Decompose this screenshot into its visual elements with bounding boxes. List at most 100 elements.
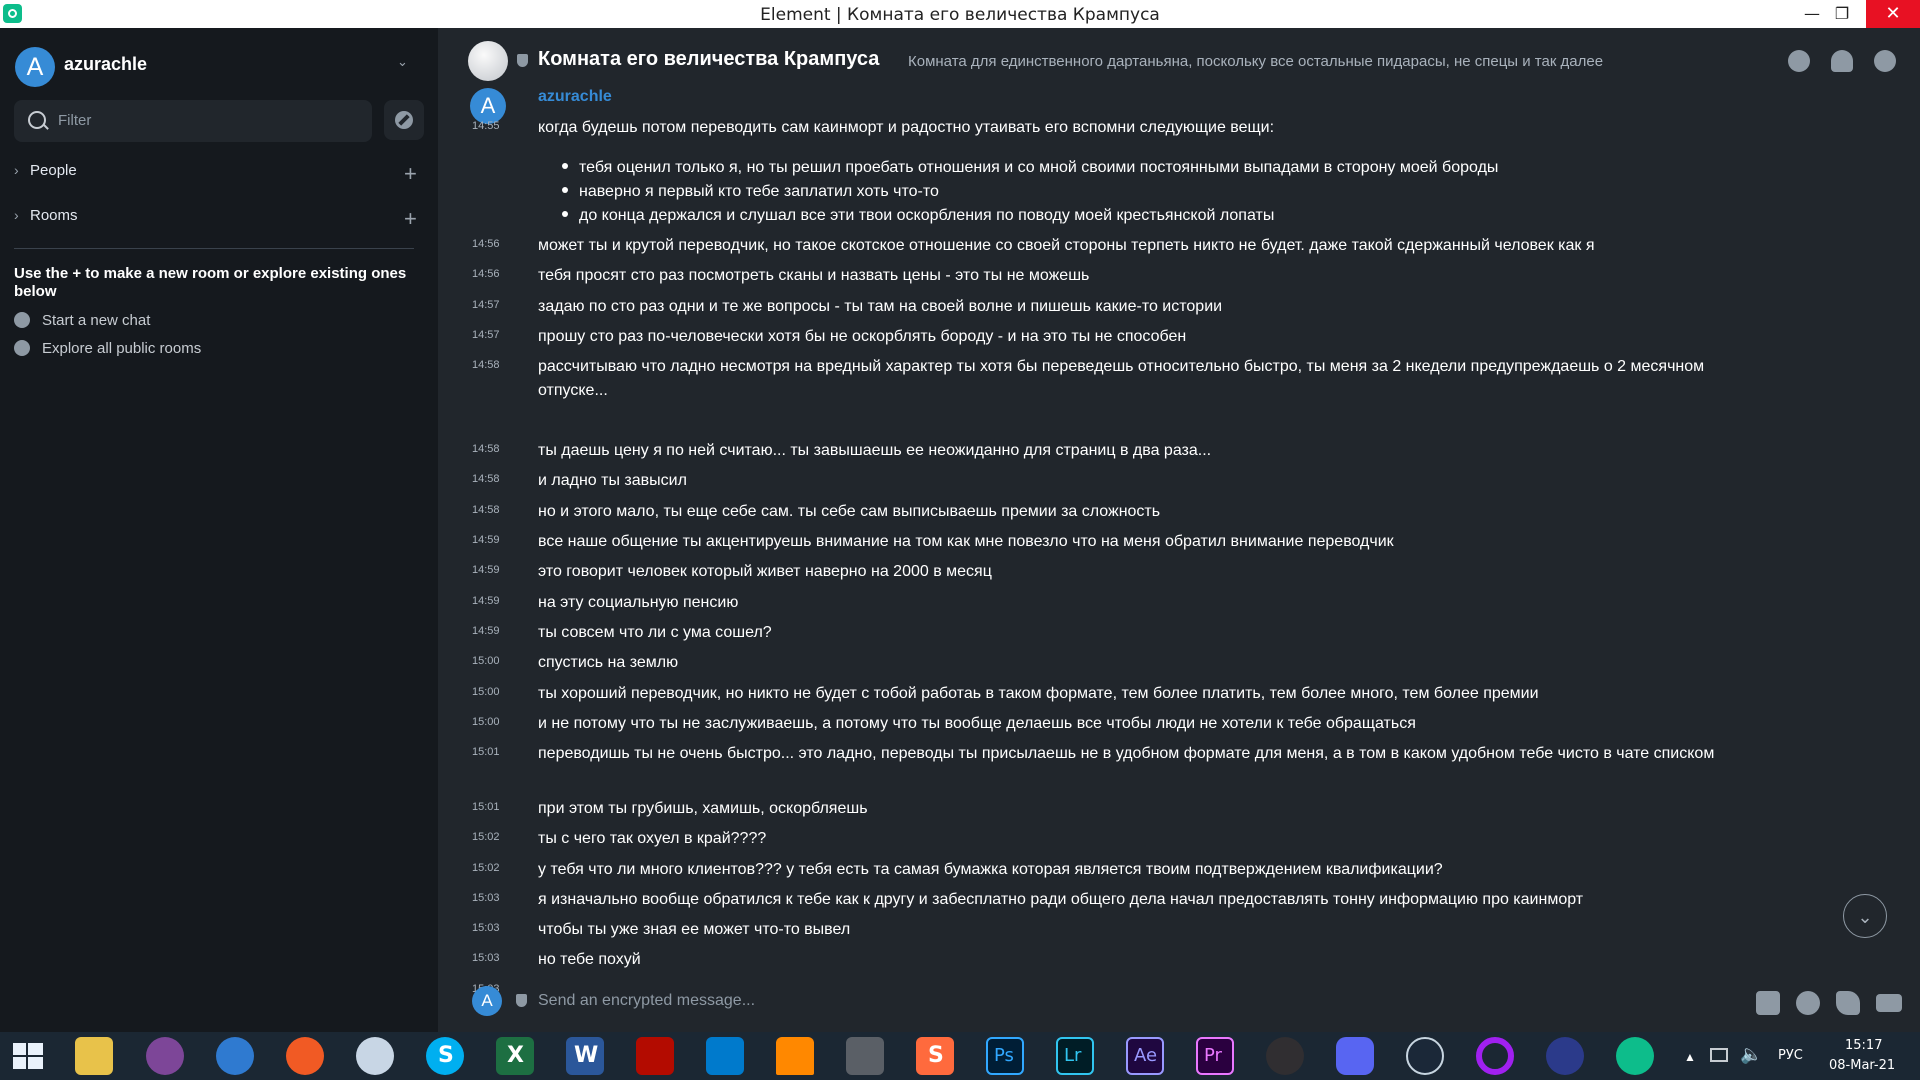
close-button[interactable]: ✕ [1866,0,1920,28]
tor-browser-icon[interactable] [146,1037,184,1075]
sender-avatar[interactable]: A [470,88,506,124]
video-call-icon[interactable] [1876,994,1902,1012]
message-text: но и этого мало, ты еще себе сам. ты себ… [538,503,1161,520]
message-time: 14:59 [472,625,500,637]
volume-icon[interactable]: 🔈 [1740,1044,1762,1065]
add-people-button[interactable]: + [404,163,417,185]
explore-rooms-button[interactable] [384,100,424,140]
room-topic[interactable]: Комната для единственного дартаньяна, по… [908,53,1603,70]
filter-input[interactable]: Filter [14,100,372,142]
emoji-icon[interactable] [1796,991,1820,1015]
message-text: я изначально вообще обратился к тебе как… [538,891,1584,908]
excel-icon[interactable]: X [496,1037,534,1075]
message-text: это говорит человек который живет наверн… [538,563,992,580]
message-text: ты совсем что ли с ума сошел? [538,624,772,641]
info-icon[interactable] [1874,50,1896,72]
lightroom-icon[interactable]: Lr [1056,1037,1094,1075]
steam-icon[interactable] [1406,1037,1444,1075]
message-time: 15:01 [472,746,500,758]
obs-icon[interactable] [1266,1037,1304,1075]
downloader-icon[interactable] [846,1037,884,1075]
vpn-lock-icon[interactable] [1546,1037,1584,1075]
message-text: чтобы ты уже зная ее может что-то вывел [538,921,851,938]
photoshop-icon[interactable]: Ps [986,1037,1024,1075]
message-time: 15:00 [472,716,500,728]
bell-icon[interactable] [1831,50,1853,72]
file-explorer-icon[interactable] [75,1037,113,1075]
section-rooms-label: Rooms [30,207,78,224]
firefox-icon[interactable] [286,1037,324,1075]
after-effects-glyph: Ae [1134,1045,1158,1066]
message-text: переводишь ты не очень быстро... это лад… [538,745,1715,762]
message-time: 14:58 [472,473,500,485]
network-icon[interactable] [1710,1048,1728,1062]
message-bullet: тебя оценил только я, но ты решил проеба… [562,159,1498,177]
message-time: 14:59 [472,595,500,607]
explore-public-rooms-link[interactable]: Explore all public rooms [14,340,201,357]
compass-icon [14,340,30,356]
message-time: 14:59 [472,564,500,576]
excel-glyph: X [507,1043,524,1068]
search-icon [28,111,46,129]
element-taskbar-icon[interactable] [1616,1037,1654,1075]
chevron-down-icon[interactable]: ⌄ [397,54,408,70]
message-text: и не потому что ты не заслуживаешь, а по… [538,715,1416,732]
account-avatar[interactable]: A [15,47,55,87]
globe-browser-icon[interactable] [216,1037,254,1075]
after-effects-icon[interactable]: Ae [1126,1037,1164,1075]
message-time: 14:58 [472,443,500,455]
message-text: все наше общение ты акцентируешь внимани… [538,533,1394,550]
search-icon[interactable] [1788,50,1810,72]
windows-start-icon[interactable] [9,1037,47,1075]
room-name[interactable]: Комната его величества Крампуса [538,48,879,71]
message-time: 14:57 [472,299,500,311]
message-time: 15:00 [472,686,500,698]
message-text: тебя просят сто раз посмотреть сканы и н… [538,267,1090,284]
message-text: задаю по сто раз одни и те же вопросы - … [538,298,1223,315]
premiere-icon[interactable]: Pr [1196,1037,1234,1075]
sublime-glyph: S [928,1043,944,1068]
message-text: прошу сто раз по-человечески хотя бы не … [538,328,1187,345]
message-time: 15:03 [472,952,500,964]
account-name[interactable]: azurachle [64,54,147,75]
section-people[interactable]: › People [14,162,77,179]
tray-expand-icon[interactable]: ▲ [1684,1050,1696,1064]
message-time: 14:55 [472,120,500,132]
add-room-button[interactable]: + [404,208,417,230]
word-icon[interactable]: W [566,1037,604,1075]
sender-name[interactable]: azurachle [538,88,612,106]
sublime-icon[interactable]: S [916,1037,954,1075]
message-time: 14:58 [472,359,500,371]
message-time: 15:02 [472,862,500,874]
vscode-icon[interactable] [706,1037,744,1075]
clock-date[interactable]: 08-Mar-21 [1829,1058,1895,1073]
section-rooms[interactable]: › Rooms [14,207,78,224]
message-text: ты даешь цену я по ней считаю... ты завы… [538,442,1212,459]
phone-icon[interactable] [1836,991,1860,1015]
message-time: 15:01 [472,801,500,813]
filter-placeholder: Filter [58,112,92,129]
skype-icon[interactable]: S [426,1037,464,1075]
explore-public-rooms-label: Explore all public rooms [42,340,202,357]
maximize-button[interactable]: ❐ [1820,0,1864,28]
message-text: но тебе похуй [538,951,641,968]
lightroom-glyph: Lr [1064,1045,1082,1066]
paperclip-icon[interactable] [1756,991,1780,1015]
room-avatar[interactable] [468,41,508,81]
clock-time[interactable]: 15:17 [1845,1038,1882,1053]
language-indicator[interactable]: РУС [1778,1048,1803,1063]
acrobat-icon[interactable] [636,1037,674,1075]
start-new-chat-link[interactable]: Start a new chat [14,312,150,329]
window-titlebar: Element | Комната его величества Крампус… [0,0,1920,28]
discord-icon[interactable] [1336,1037,1374,1075]
room-list-sidebar: A azurachle ⌄ Filter › People + › Rooms + … [0,28,438,1032]
shield-icon [517,54,528,67]
opera-icon[interactable] [1476,1037,1514,1075]
vlc-icon[interactable] [776,1037,814,1075]
sidebar-divider [14,248,414,249]
jump-to-bottom-button[interactable]: ⌄ [1843,894,1887,938]
bubble-app-icon[interactable] [356,1037,394,1075]
message-composer-input[interactable]: Send an encrypted message... [538,992,755,1010]
message-text: на эту социальную пенсию [538,594,739,611]
window-title: Element | Комната его величества Крампус… [760,5,1160,25]
